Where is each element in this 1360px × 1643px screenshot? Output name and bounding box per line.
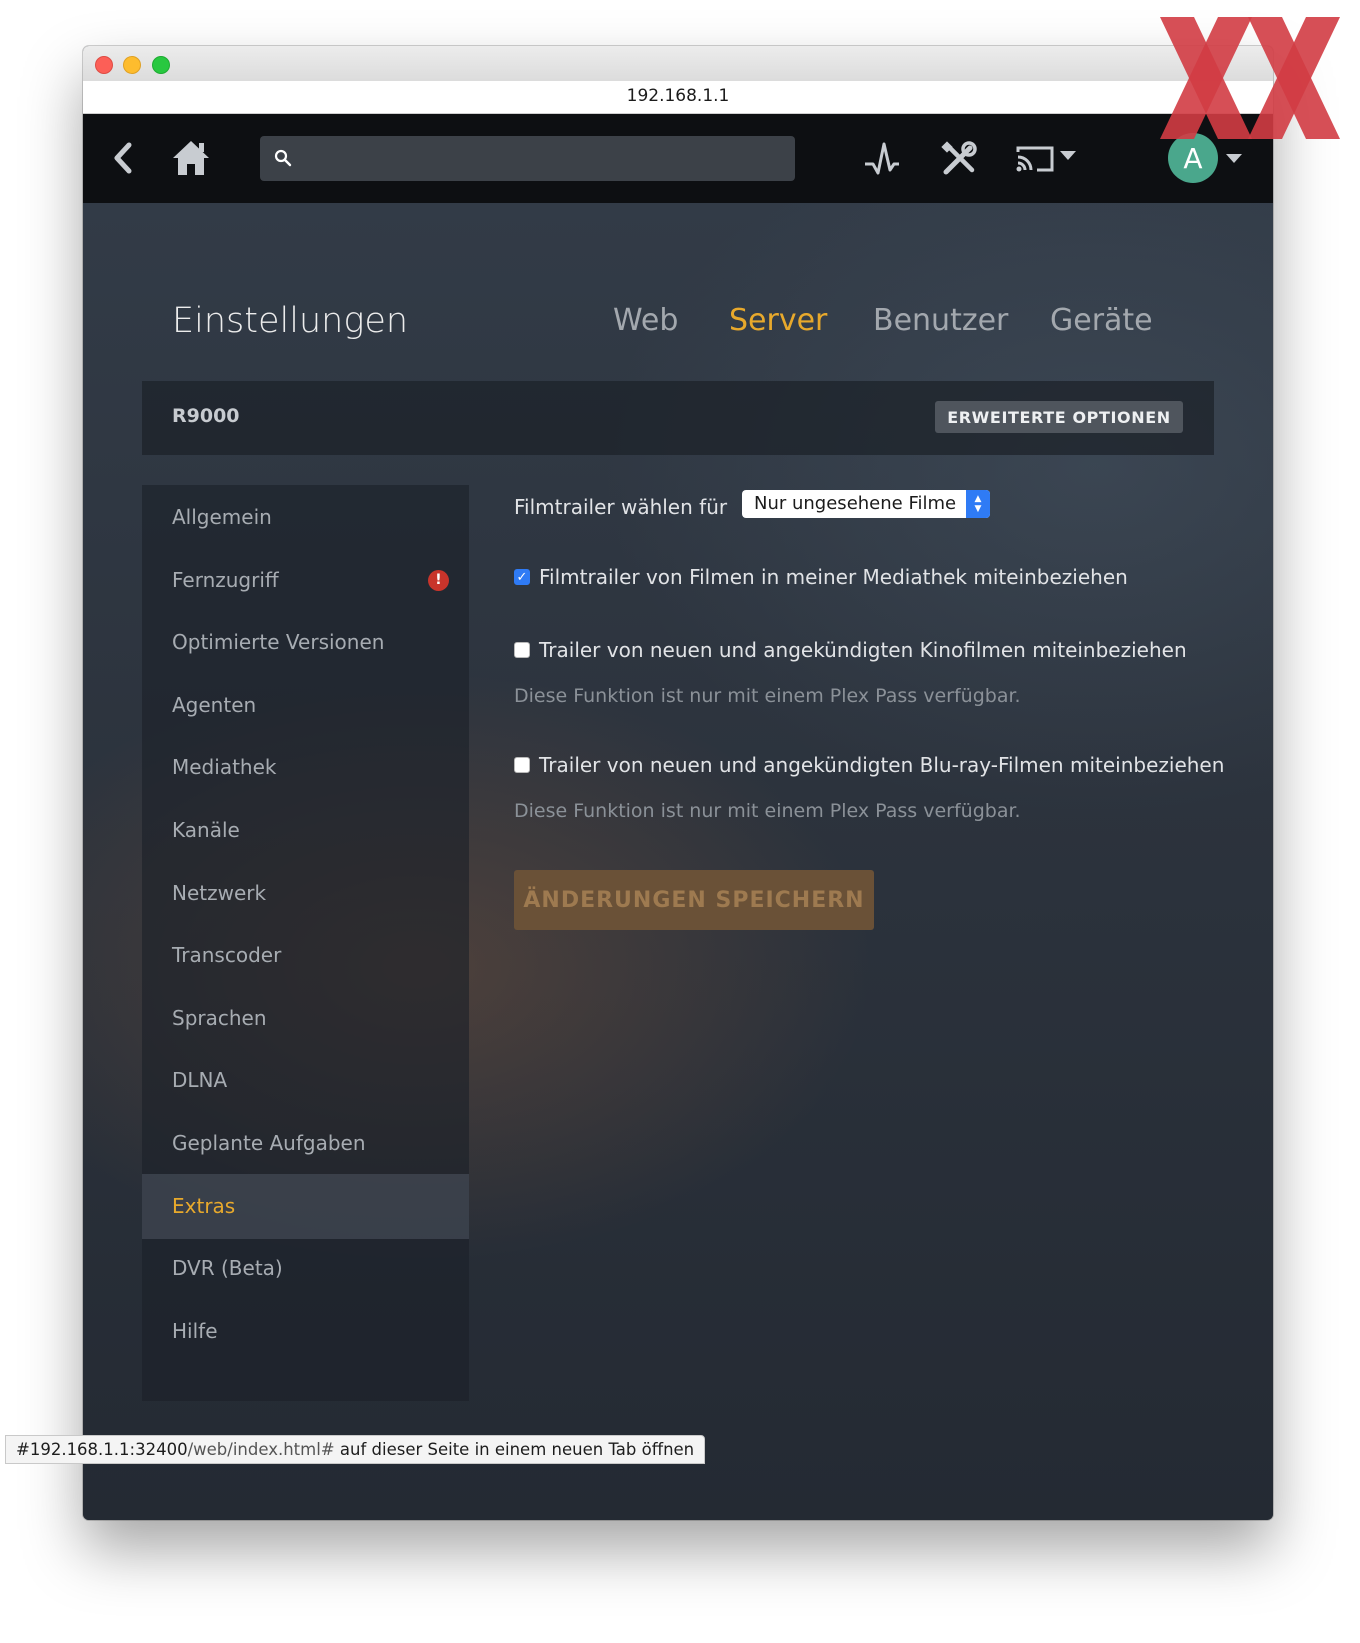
link-status-bar: #192.168.1.1:32400/web/index.html# auf d… bbox=[5, 1435, 706, 1464]
option-library-trailers[interactable]: ✓ Filmtrailer von Filmen in meiner Media… bbox=[514, 563, 1128, 591]
sidebar-item-allgemein[interactable]: Allgemein bbox=[142, 485, 469, 550]
tab-benutzer[interactable]: Benutzer bbox=[873, 303, 1008, 338]
sidebar-item-dlna[interactable]: DLNA bbox=[142, 1048, 469, 1113]
server-header-bar: R9000 ERWEITERTE OPTIONEN bbox=[142, 381, 1214, 455]
close-window-button[interactable] bbox=[95, 56, 113, 74]
advanced-options-button[interactable]: ERWEITERTE OPTIONEN bbox=[935, 401, 1183, 433]
cast-icon[interactable] bbox=[1014, 142, 1056, 176]
option-label: Trailer von neuen und angekündigten Blu-… bbox=[539, 753, 1225, 777]
tab-geraete[interactable]: Geräte bbox=[1050, 303, 1153, 338]
option-label: Filmtrailer von Filmen in meiner Mediath… bbox=[539, 565, 1128, 589]
option-bluray-trailers[interactable]: Trailer von neuen und angekündigten Blu-… bbox=[514, 751, 1224, 779]
sidebar-item-netzwerk[interactable]: Netzwerk bbox=[142, 861, 469, 926]
status-link-path: /web/index.html# bbox=[187, 1440, 335, 1459]
watermark-logo-icon bbox=[1160, 17, 1340, 139]
sidebar-item-kanaele[interactable]: Kanäle bbox=[142, 798, 469, 863]
search-input[interactable] bbox=[260, 136, 795, 181]
zoom-window-button[interactable] bbox=[152, 56, 170, 74]
activity-icon[interactable] bbox=[861, 138, 903, 180]
address-bar[interactable]: 192.168.1.1 bbox=[83, 81, 1273, 114]
minimize-window-button[interactable] bbox=[123, 56, 141, 74]
select-arrows-icon: ▲ ▼ bbox=[966, 490, 990, 518]
option-label: Trailer von neuen und angekündigten Kino… bbox=[539, 638, 1187, 662]
page-title: Einstellungen bbox=[172, 301, 409, 341]
sidebar-item-transcoder[interactable]: Transcoder bbox=[142, 923, 469, 988]
app-toolbar: A bbox=[83, 114, 1273, 203]
tools-icon[interactable] bbox=[938, 138, 980, 180]
trailer-select[interactable]: Nur ungesehene Filme ▲ ▼ bbox=[742, 490, 990, 518]
user-avatar[interactable]: A bbox=[1168, 133, 1218, 183]
window-titlebar bbox=[83, 46, 1273, 82]
trailer-select-label: Filmtrailer wählen für bbox=[514, 495, 728, 519]
cast-caret-down-icon[interactable] bbox=[1059, 148, 1077, 164]
sidebar-item-mediathek[interactable]: Mediathek bbox=[142, 735, 469, 800]
save-changes-button[interactable]: ÄNDERUNGEN SPEICHERN bbox=[514, 870, 874, 930]
settings-content: Einstellungen Web Server Benutzer Geräte… bbox=[83, 203, 1273, 1520]
settings-sidebar: Allgemein Fernzugriff ! Optimierte Versi… bbox=[142, 485, 469, 1401]
status-suffix: auf dieser Seite in einem neuen Tab öffn… bbox=[334, 1440, 695, 1459]
plex-pass-hint: Diese Funktion ist nur mit einem Plex Pa… bbox=[514, 685, 1021, 707]
browser-window: 192.168.1.1 A Einstellungen Web Server B… bbox=[83, 46, 1273, 1520]
back-arrow-icon[interactable] bbox=[105, 140, 141, 176]
checkbox-bluray-trailers[interactable] bbox=[514, 757, 530, 773]
sidebar-item-dvr-beta[interactable]: DVR (Beta) bbox=[142, 1236, 469, 1301]
status-link-host: #192.168.1.1:32400 bbox=[16, 1440, 188, 1459]
sidebar-item-fernzugriff[interactable]: Fernzugriff ! bbox=[142, 548, 469, 613]
trailer-select-value: Nur ungesehene Filme bbox=[754, 493, 957, 514]
alert-icon: ! bbox=[428, 570, 449, 591]
sidebar-item-hilfe[interactable]: Hilfe bbox=[142, 1299, 469, 1364]
server-name: R9000 bbox=[172, 405, 240, 427]
checkbox-cinema-trailers[interactable] bbox=[514, 642, 530, 658]
sidebar-item-geplante-aufgaben[interactable]: Geplante Aufgaben bbox=[142, 1111, 469, 1176]
option-cinema-trailers[interactable]: Trailer von neuen und angekündigten Kino… bbox=[514, 636, 1187, 664]
sidebar-item-extras[interactable]: Extras bbox=[142, 1174, 469, 1239]
sidebar-item-sprachen[interactable]: Sprachen bbox=[142, 986, 469, 1051]
tab-server[interactable]: Server bbox=[729, 303, 827, 338]
tab-web[interactable]: Web bbox=[613, 303, 678, 338]
search-icon bbox=[272, 147, 294, 169]
home-icon[interactable] bbox=[169, 136, 213, 180]
user-menu-caret-down-icon[interactable] bbox=[1225, 151, 1243, 167]
sidebar-item-agenten[interactable]: Agenten bbox=[142, 673, 469, 738]
plex-pass-hint: Diese Funktion ist nur mit einem Plex Pa… bbox=[514, 800, 1021, 822]
checkbox-library-trailers[interactable]: ✓ bbox=[514, 569, 530, 585]
sidebar-item-optimierte-versionen[interactable]: Optimierte Versionen bbox=[142, 610, 469, 675]
sidebar-item-label: Fernzugriff bbox=[172, 568, 279, 592]
